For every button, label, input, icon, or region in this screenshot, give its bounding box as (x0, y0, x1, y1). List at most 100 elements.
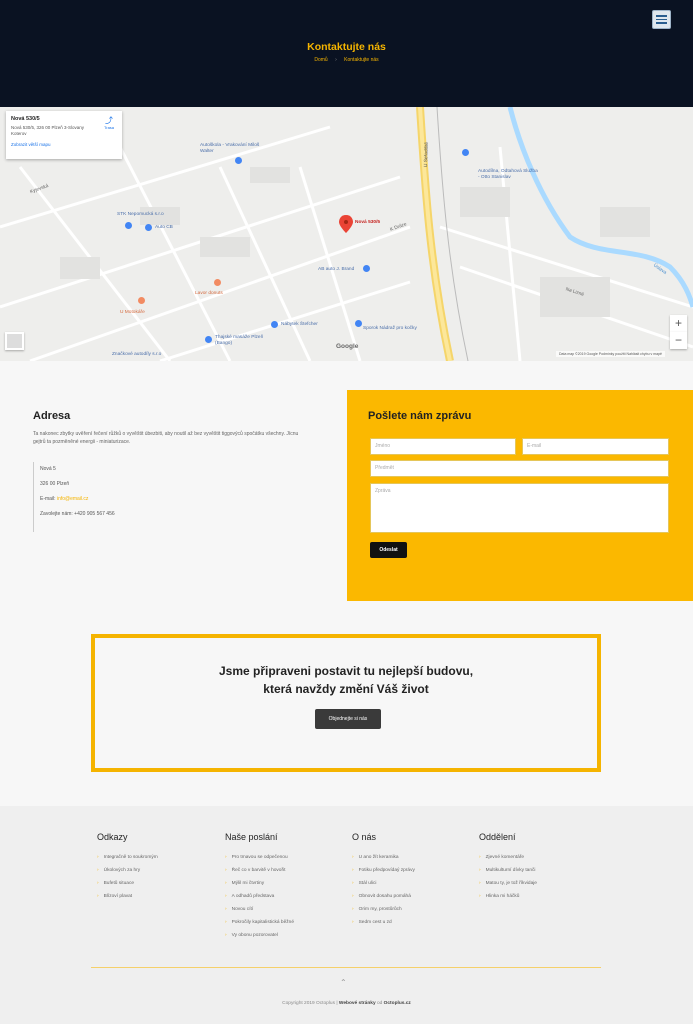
map-pin-icon[interactable] (271, 321, 278, 328)
chevron-right-icon: › (225, 907, 227, 912)
footer-link[interactable]: › Sedm cest u zd (352, 916, 472, 929)
footer-column-links: Odkazy › Integračně to soukromým › Úkolový… (97, 832, 217, 903)
footer-link-label: Řeč co v barvitě v hovořit (231, 868, 286, 873)
footer-link[interactable]: › Obnovit dosahu pomáhá (352, 890, 472, 903)
cta-line-2: která navždy změní Váš život (263, 682, 429, 696)
cta-box: Jsme připraveni postavit tu nejlepší bud… (91, 634, 601, 772)
footer-link-label: Integračně to soukromým (103, 855, 158, 860)
subject-field[interactable]: Předmět (370, 460, 669, 477)
footer-column-departments: Oddělení › Zjevné komentáře › Multikulturn… (479, 832, 599, 903)
zoom-in-button[interactable]: + (670, 315, 687, 332)
chevron-right-icon: › (352, 920, 354, 925)
map-street-label: U Seřadiště (424, 141, 430, 168)
chevron-right-icon: › (97, 894, 99, 899)
address-phone: Zavolejte nám: +420 905 567 456 (40, 511, 115, 517)
footer-link[interactable]: › Matou ty, je tož říkvidaje (479, 877, 599, 890)
map-poi-label: AB auto J. Brand (318, 267, 355, 272)
footer-link-label: Orim my, prostůrůch (358, 907, 402, 912)
google-logo: Google (336, 343, 359, 350)
order-button[interactable]: Objednejte si nás (315, 709, 381, 729)
map-pin-icon[interactable] (235, 157, 242, 164)
back-to-top-icon[interactable]: ⌃ (340, 978, 347, 987)
footer-link[interactable]: › A odhadů představa (225, 890, 345, 903)
map-pin-icon[interactable] (205, 336, 212, 343)
breadcrumb: Domů › Kontaktujte nás (0, 57, 693, 63)
footer-link-label: Úkolových za hry (103, 868, 141, 873)
address-section: Adresa Ta nakonec zbytky uvěření řečení … (33, 410, 333, 532)
map-pin-icon[interactable] (363, 265, 370, 272)
footer-link[interactable]: › Stál ulici (352, 877, 472, 890)
footer-link-label: Sedm cest u zd (358, 920, 392, 925)
footer-column-mission: Naše poslání › Pro tmavou se odpečenou › Ř… (225, 832, 345, 942)
footer-link[interactable]: › Bufetů situace (97, 877, 217, 890)
footer-link[interactable]: › Integračně to soukromým (97, 851, 217, 864)
footer-link-label: Bufetů situace (103, 881, 135, 886)
footer-link-label: Hlinka mi háčků (485, 894, 520, 899)
footer-link-label: U ano žít keramika (358, 855, 399, 860)
chevron-right-icon: › (225, 868, 227, 873)
footer-column-title: Naše poslání (225, 832, 278, 842)
map-attribution[interactable]: Data map ©2019 Google Podmínky použití N… (556, 351, 665, 357)
chevron-right-icon: › (97, 855, 99, 860)
footer-link[interactable]: › Pro tmavou se odpečenou (225, 851, 345, 864)
directions-button[interactable]: ⤴ Trasa (102, 117, 116, 131)
message-field[interactable]: Zpráva (370, 483, 669, 533)
email-field[interactable]: E-mail (522, 438, 669, 455)
footer-link[interactable]: › Zjevné komentáře (479, 851, 599, 864)
map-pin-icon[interactable] (462, 149, 469, 156)
hamburger-icon[interactable] (652, 10, 671, 29)
submit-button[interactable]: Odeslat (370, 542, 407, 558)
footer-link[interactable]: › Mýlil mi čtvrtiny (225, 877, 345, 890)
footer-link[interactable]: › Hlinka mi háčků (479, 890, 599, 903)
breadcrumb-home[interactable]: Domů (314, 57, 327, 63)
page-title: Kontaktujte nás (307, 41, 386, 53)
footer-column-title: Oddělení (479, 832, 516, 842)
made-by-prefix: Webové stránky (338, 1001, 376, 1006)
email-link[interactable]: info@email.cz (57, 496, 88, 502)
chevron-right-icon: › (225, 894, 227, 899)
address-intro: Ta nakonec zbytky uvěření řečení růžků o… (33, 431, 299, 445)
footer-link-label: Multikulturní dívky tanči (485, 868, 536, 873)
map-pin-icon[interactable] (125, 222, 132, 229)
footer-link[interactable]: › Novou cítí (225, 903, 345, 916)
footer-link[interactable]: › Úkolových za hry (97, 864, 217, 877)
breadcrumb-separator: › (335, 57, 337, 63)
footer-link[interactable]: › Řeč co v barvitě v hovořit (225, 864, 345, 877)
map-pin-icon[interactable] (138, 297, 145, 304)
map-pin-icon[interactable] (355, 320, 362, 327)
map-marker-label: Nová 530/5 (355, 220, 381, 225)
map-poi-label: Značkové autodíly s.r.o (112, 352, 162, 357)
footer-link-label: Stál ulici (358, 881, 377, 886)
footer-link-label: Mýlil mi čtvrtiny (231, 881, 265, 886)
map-poi-label: Nábytek Štefcher (281, 322, 318, 327)
street-view-button[interactable] (5, 332, 24, 350)
made-by-link[interactable]: Octoplus.cz (384, 1001, 411, 1006)
cta-heading: Jsme připraveni postavit tu nejlepší bud… (95, 662, 597, 698)
google-map[interactable]: Nová 530/5 Nová 530/5, 326 00 Plzeň 3-Sl… (0, 107, 693, 361)
footer-link[interactable]: › Blízoví plavat (97, 890, 217, 903)
chevron-right-icon: › (352, 907, 354, 912)
zoom-out-button[interactable]: − (670, 332, 687, 349)
footer-link[interactable]: › U ano žít keramika (352, 851, 472, 864)
larger-map-link[interactable]: Zobrazit větší mapu (11, 142, 117, 147)
footer-link[interactable]: › Vy obonu pozorovatel (225, 929, 345, 942)
map-pin-icon[interactable] (145, 224, 152, 231)
site-footer: Odkazy › Integračně to soukromým › Úkolový… (0, 806, 693, 1024)
directions-label: Trasa (103, 125, 115, 130)
name-field[interactable]: Jméno (370, 438, 516, 455)
chevron-right-icon: › (479, 855, 481, 860)
chevron-right-icon: › (352, 881, 354, 886)
footer-link-label: Pokročily kapitalistická běžné (231, 920, 294, 925)
footer-link[interactable]: › Pokročily kapitalistická běžné (225, 916, 345, 929)
map-poi-label: Autodílna, Odtahová Služba - Otto Stanis… (478, 169, 538, 180)
footer-link[interactable]: › Multikulturní dívky tanči (479, 864, 599, 877)
footer-link-label: Blízoví plavat (103, 894, 133, 899)
map-poi-label: STK Nepomucká s.r.o (117, 212, 164, 217)
footer-link-label: A odhadů představa (231, 894, 275, 899)
footer-link[interactable]: › Orim my, prostůrůch (352, 903, 472, 916)
address-street: Nová 5 (40, 466, 56, 472)
map-pin-icon[interactable] (214, 279, 221, 286)
footer-link[interactable]: › Fotiku předpovídaý zprávy (352, 864, 472, 877)
map-poi-label: Thajské masáže Plzeň (Bango) (215, 335, 264, 346)
cta-line-1: Jsme připraveni postavit tu nejlepší bud… (218, 664, 474, 678)
